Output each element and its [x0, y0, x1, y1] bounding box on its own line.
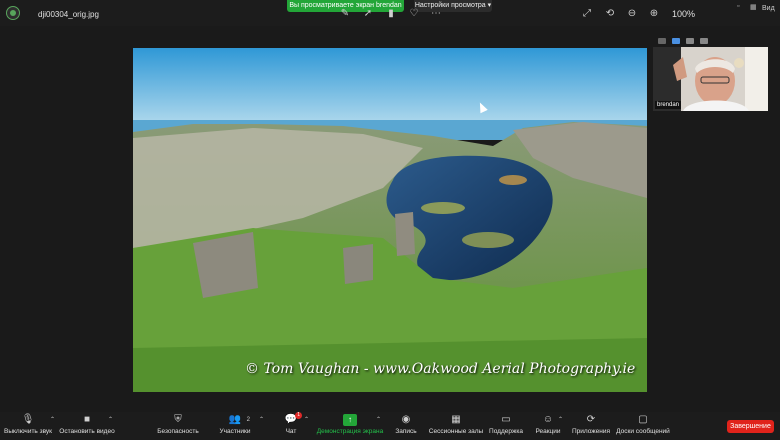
- chat-label: Чат: [285, 428, 297, 435]
- security-label: Безопасность: [157, 428, 199, 435]
- share-options-caret[interactable]: ⌃: [376, 416, 381, 423]
- fit-icon[interactable]: ⤢: [580, 8, 594, 20]
- stop-video-label: Остановить видео: [59, 428, 115, 435]
- annotate-icon[interactable]: ✎: [338, 8, 352, 20]
- zoom-out-icon[interactable]: ⊖: [625, 8, 639, 20]
- view-options-dropdown[interactable]: Настройки просмотра ▾: [414, 0, 492, 12]
- share-screen-label: Демонстрация экрана: [316, 428, 384, 435]
- zoom-level: 100%: [672, 9, 696, 19]
- participants-button[interactable]: 👥 2 Участники: [212, 414, 258, 435]
- support-icon: ▭: [501, 414, 511, 425]
- support-button[interactable]: ▭ Поддержка: [486, 414, 526, 435]
- participants-icon: 👥 2: [228, 414, 250, 425]
- whiteboard-label: Доски сообщений: [616, 428, 670, 435]
- mute-button[interactable]: 🎙 Выключить звук: [2, 414, 54, 435]
- gallery-view-icon[interactable]: [700, 38, 708, 44]
- chat-options-caret[interactable]: ⌃: [304, 416, 309, 423]
- meeting-toolbar: 🎙 Выключить звук ⌃ ■ Остановить видео ⌃ …: [0, 412, 780, 440]
- share-screen-button[interactable]: ↑ Демонстрация экрана: [316, 414, 384, 435]
- shield-icon: ⛨: [174, 414, 182, 425]
- record-icon: ◉: [401, 414, 411, 425]
- zoom-app-icon[interactable]: [6, 6, 20, 20]
- video-options-caret[interactable]: ⌃: [108, 416, 113, 423]
- hide-video-icon[interactable]: [658, 38, 666, 44]
- reactions-options-caret[interactable]: ⌃: [558, 416, 563, 423]
- breakout-rooms-icon: ▦: [451, 414, 461, 425]
- video-strip-controls: [654, 36, 768, 46]
- zoom-in-icon[interactable]: ⊕: [647, 8, 661, 20]
- smiley-icon: ☺: [542, 414, 554, 425]
- breakout-rooms-button[interactable]: ▦ Сессионные залы: [428, 414, 484, 435]
- breakout-rooms-label: Сессионные залы: [428, 428, 484, 435]
- photo-credit-watermark: © Tom Vaughan - www.Oakwood Aerial Photo…: [245, 361, 636, 377]
- chat-icon: 💬 1: [284, 412, 302, 425]
- speaker-view-icon[interactable]: [672, 38, 680, 44]
- apps-label: Приложения: [571, 428, 611, 435]
- favorite-icon[interactable]: ♡: [407, 8, 421, 20]
- more-icon[interactable]: ⋯: [429, 8, 443, 20]
- record-button[interactable]: ◉ Запись: [390, 414, 422, 435]
- participant-video-tile[interactable]: brendan: [653, 47, 768, 111]
- apps-icon: ⟳: [586, 414, 596, 425]
- shared-photo: © Tom Vaughan - www.Oakwood Aerial Photo…: [133, 48, 647, 392]
- pointer-icon[interactable]: ➚: [361, 8, 375, 20]
- view-button-label[interactable]: Вид: [762, 5, 775, 12]
- minimize-icon[interactable]: ▫: [737, 3, 739, 10]
- chat-button[interactable]: 💬 1 Чат: [276, 412, 306, 435]
- apps-button[interactable]: ⟳ Приложения: [570, 414, 612, 435]
- aerial-landscape-image: [133, 48, 647, 392]
- rotate-icon[interactable]: ⟲: [603, 8, 617, 20]
- trash-icon[interactable]: ▮: [384, 8, 398, 20]
- reactions-label: Реакции: [535, 428, 561, 435]
- participants-options-caret[interactable]: ⌃: [259, 416, 264, 423]
- microphone-icon: 🎙: [21, 414, 35, 425]
- top-bar: dji00304_orig.jpg Вы просматриваете экра…: [0, 0, 780, 26]
- participant-name-label: brendan: [655, 101, 682, 109]
- record-label: Запись: [395, 428, 417, 435]
- whiteboard-button[interactable]: ▢ Доски сообщений: [614, 414, 672, 435]
- participants-count: 2: [246, 417, 250, 423]
- share-screen-icon: ↑: [343, 414, 357, 426]
- shared-filename: dji00304_orig.jpg: [38, 10, 99, 19]
- end-meeting-button[interactable]: Завершение: [727, 420, 774, 433]
- camera-icon: ■: [83, 414, 91, 425]
- chat-unread-badge: 1: [295, 412, 302, 419]
- participants-label: Участники: [219, 428, 251, 435]
- grid-icon[interactable]: ▦: [750, 3, 757, 11]
- whiteboard-icon: ▢: [638, 414, 648, 425]
- support-label: Поддержка: [489, 428, 523, 435]
- mute-label: Выключить звук: [3, 428, 53, 435]
- strip-view-icon[interactable]: [686, 38, 694, 44]
- security-button[interactable]: ⛨ Безопасность: [154, 414, 202, 435]
- audio-options-caret[interactable]: ⌃: [50, 416, 55, 423]
